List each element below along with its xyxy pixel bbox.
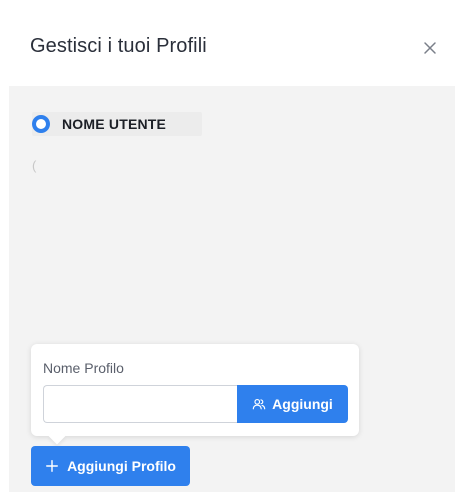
profile-name-input[interactable] [43, 385, 237, 423]
dialog-title: Gestisci i tuoi Profili [30, 35, 207, 57]
add-profile-button[interactable]: Aggiungi Profilo [31, 446, 190, 486]
new-profile-popover: Nome Profilo Aggiungi [31, 344, 359, 445]
profile-option[interactable]: NOME UTENTE [32, 112, 202, 136]
users-icon [252, 398, 266, 410]
profiles-list-text: ( [32, 158, 37, 173]
add-profile-label: Aggiungi Profilo [67, 458, 176, 474]
manage-profiles-dialog: Gestisci i tuoi Profili NOME UTENTE ( No… [0, 0, 464, 492]
close-icon [424, 42, 436, 54]
profile-name-label: Nome Profilo [43, 360, 124, 376]
profile-option-label: NOME UTENTE [62, 116, 167, 132]
add-button-label: Aggiungi [272, 396, 333, 412]
close-button[interactable] [418, 36, 442, 60]
radio-selected[interactable] [32, 115, 50, 133]
dialog-header: Gestisci i tuoi Profili [0, 0, 464, 86]
add-button[interactable]: Aggiungi [237, 385, 348, 423]
plus-icon [46, 460, 59, 472]
